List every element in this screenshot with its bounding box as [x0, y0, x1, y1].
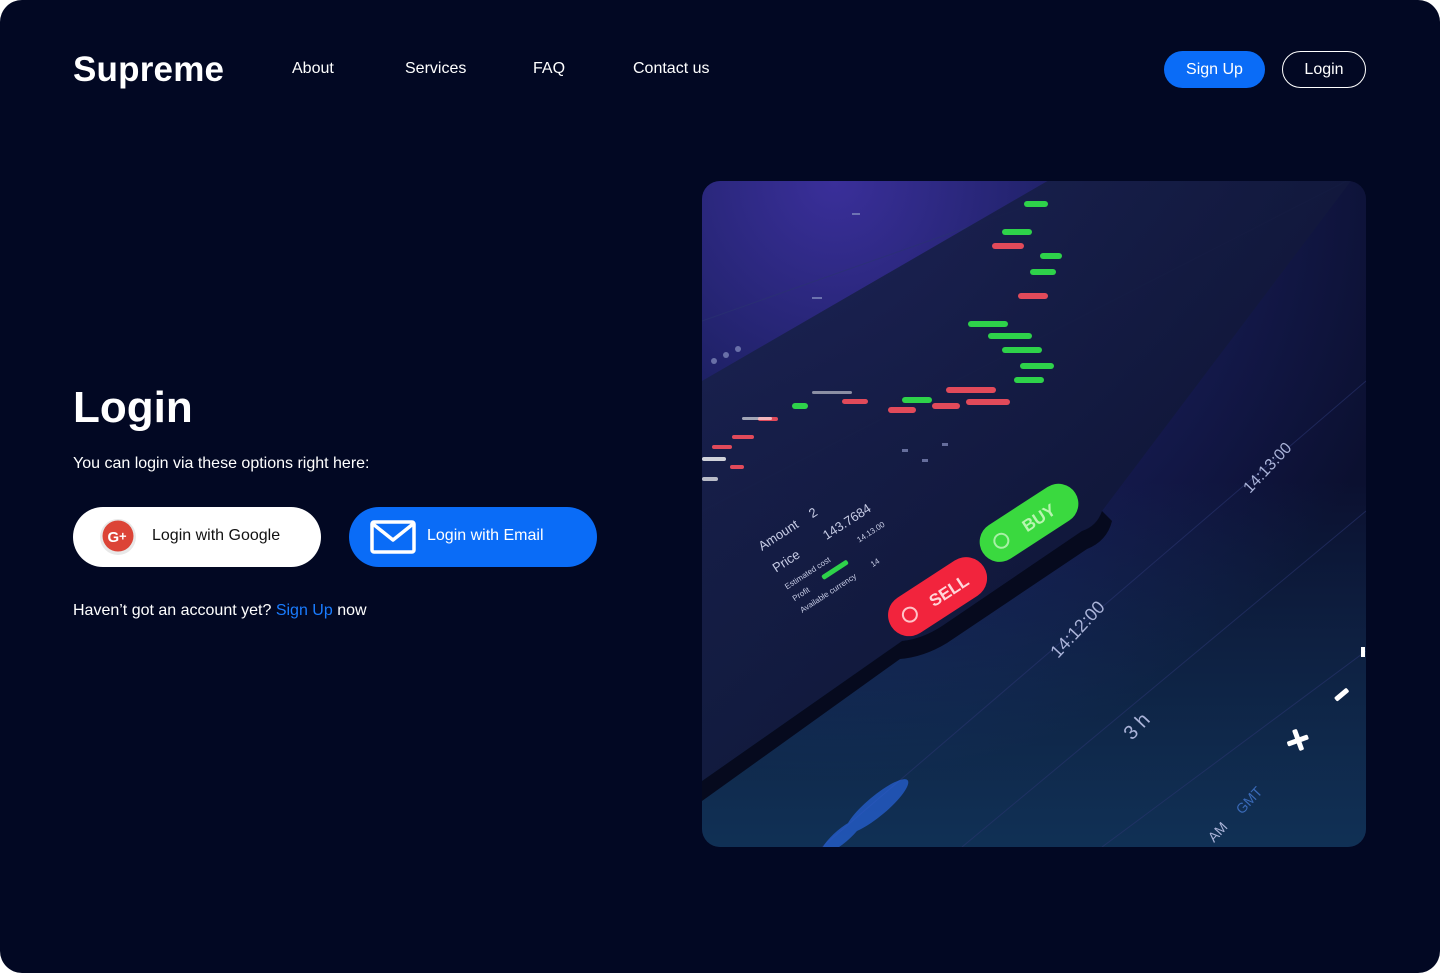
page-frame: Supreme About Services FAQ Contact us Si…: [0, 0, 1440, 973]
mail-icon: [370, 520, 416, 554]
svg-text:G: G: [108, 529, 120, 546]
hero-image: Amount 2 Price 143.7684 Estimated cost 1…: [702, 181, 1366, 847]
nav-about[interactable]: About: [292, 60, 334, 78]
email-button-label: Login with Email: [427, 527, 544, 544]
login-with-email-button[interactable]: Login with Email: [349, 507, 597, 567]
nav-faq[interactable]: FAQ: [533, 60, 565, 78]
signup-prompt-text: Haven’t got an account yet?: [73, 602, 272, 619]
trading-chart-illustration: Amount 2 Price 143.7684 Estimated cost 1…: [702, 181, 1366, 847]
nav-contact[interactable]: Contact us: [633, 60, 709, 78]
google-button-label: Login with Google: [152, 527, 281, 544]
signup-button[interactable]: Sign Up: [1164, 51, 1265, 88]
google-plus-icon: G +: [100, 519, 136, 555]
signup-link[interactable]: Sign Up: [276, 602, 333, 619]
login-with-google-button[interactable]: G + Login with Google: [73, 507, 321, 567]
login-subtitle: You can login via these options right he…: [73, 455, 370, 472]
page-title: Login: [73, 383, 193, 432]
signup-prompt: Haven’t got an account yet? Sign Up now: [73, 602, 367, 620]
brand-logo[interactable]: Supreme: [73, 50, 224, 90]
svg-text:+: +: [119, 529, 127, 544]
signup-prompt-suffix: now: [337, 602, 367, 619]
login-button[interactable]: Login: [1282, 51, 1366, 88]
nav-services[interactable]: Services: [405, 60, 466, 78]
